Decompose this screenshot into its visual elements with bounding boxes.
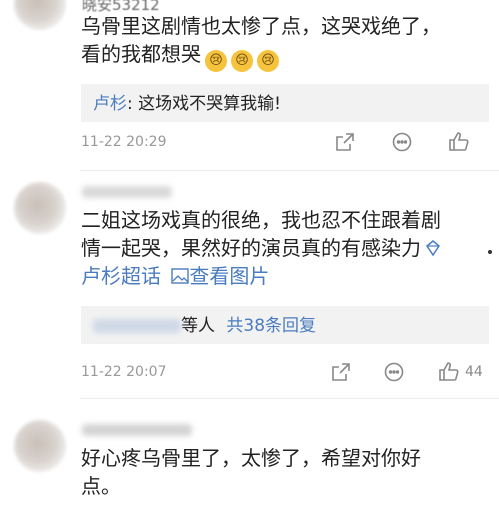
- timestamp: 11-22 20:07: [81, 364, 167, 380]
- page-marker: [488, 250, 492, 254]
- crying-face-emoji: 😢: [205, 50, 227, 72]
- crying-face-emoji: 😢: [257, 50, 279, 72]
- avatar[interactable]: [14, 420, 66, 472]
- view-pictures-link[interactable]: 查看图片: [189, 264, 269, 288]
- reply-suffix: 等人: [181, 316, 215, 336]
- reply-users-blurred: [93, 319, 181, 333]
- divider: [80, 398, 499, 399]
- reply-text: : 这场戏不哭算我输!: [127, 94, 281, 114]
- comment-icon[interactable]: [390, 130, 414, 154]
- comment-line-2: 看的我都想哭 😢 😢 😢: [81, 40, 441, 72]
- share-icon[interactable]: [333, 130, 357, 154]
- username[interactable]: [82, 424, 192, 436]
- thumbs-up-icon[interactable]: [447, 130, 471, 154]
- comment-links: 卢杉超话 查看图片: [81, 262, 442, 290]
- super-topic-link[interactable]: 卢杉超话: [81, 264, 161, 288]
- comment-line-1: 好心疼乌骨里了，太惨了，希望对你好: [81, 446, 421, 470]
- comment-text: 好心疼乌骨里了，太惨了，希望对你好 点。: [81, 444, 421, 500]
- reply-preview[interactable]: 卢杉: 这场戏不哭算我输!: [81, 84, 489, 122]
- comment-line-1: 二姐这场戏真的很绝，我也忍不住跟着剧: [81, 208, 441, 232]
- thumbs-up-icon[interactable]: [437, 360, 461, 384]
- comment-icon[interactable]: [382, 360, 406, 384]
- divider: [80, 170, 499, 171]
- super-topic-badge-icon: [424, 236, 442, 257]
- reply-count-link[interactable]: 共38条回复: [226, 316, 316, 336]
- comment-text: 乌骨里这剧情也太惨了点，这哭戏绝了， 看的我都想哭 😢 😢 😢: [81, 12, 441, 72]
- reply-summary[interactable]: 等人 共38条回复: [81, 306, 489, 344]
- like-count: 44: [465, 364, 483, 380]
- comment-text: 二姐这场戏真的很绝，我也忍不住跟着剧 情一起哭，果然好的演员真的有感染力 卢杉超…: [81, 206, 442, 290]
- timestamp: 11-22 20:29: [81, 134, 167, 150]
- crying-face-emoji: 😢: [231, 50, 253, 72]
- comment-line-1: 乌骨里这剧情也太惨了点，这哭戏绝了，: [81, 14, 441, 38]
- share-icon[interactable]: [329, 360, 353, 384]
- comment-line-2: 点。: [81, 474, 121, 498]
- username[interactable]: [82, 186, 172, 198]
- avatar[interactable]: [14, 0, 66, 30]
- picture-icon: [171, 263, 190, 284]
- reply-author[interactable]: 卢杉: [93, 94, 127, 114]
- avatar[interactable]: [14, 182, 66, 234]
- comment-line-2: 情一起哭，果然好的演员真的有感染力: [81, 234, 442, 262]
